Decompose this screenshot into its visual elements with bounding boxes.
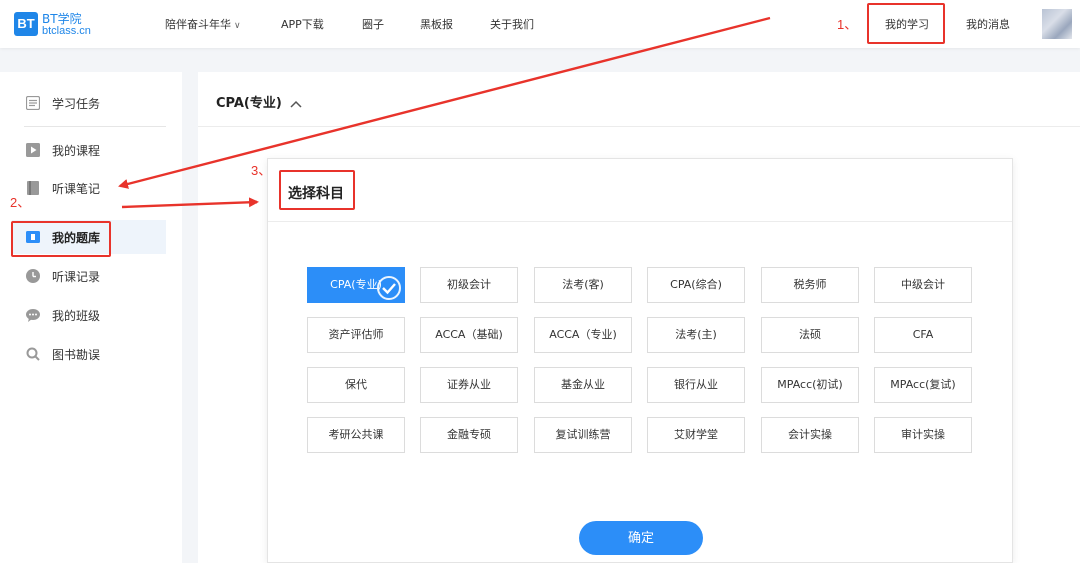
logo-domain: btclass.cn (42, 25, 91, 37)
sidebar-item-lecture-history[interactable]: 听课记录 (12, 259, 166, 293)
logo-mark: BT (14, 12, 38, 36)
sidebar-item-label: 学习任务 (52, 97, 101, 111)
list-icon (26, 96, 40, 110)
subject-option[interactable]: CPA(综合) (647, 267, 745, 303)
subject-option[interactable]: 会计实操 (761, 417, 859, 453)
subject-option[interactable]: 法考(主) (647, 317, 745, 353)
annotation-box-question-bank (11, 221, 111, 257)
sidebar-item-label: 我的班级 (52, 309, 101, 323)
subject-option[interactable]: CFA (874, 317, 972, 353)
sidebar-item-my-courses[interactable]: 我的课程 (12, 133, 166, 167)
annotation-box-select-subject (279, 170, 355, 210)
annotation-number-1: 1、 (837, 17, 858, 32)
subject-option[interactable]: 艾财学堂 (647, 417, 745, 453)
chat-icon (26, 309, 40, 322)
sidebar-item-book-errata[interactable]: 图书勘误 (12, 337, 166, 371)
subject-option[interactable]: 税务师 (761, 267, 859, 303)
sidebar-item-label: 我的课程 (52, 144, 101, 158)
nav-item-companion[interactable]: 陪伴奋斗年华 ∨ (165, 16, 241, 32)
subject-option[interactable]: 金融专硕 (420, 417, 518, 453)
nav-item-label: 陪伴奋斗年华 (165, 18, 231, 31)
check-circle-icon (377, 276, 401, 300)
subject-option[interactable]: 初级会计 (420, 267, 518, 303)
subject-option[interactable]: 资产评估师 (307, 317, 405, 353)
card-divider (268, 221, 1012, 222)
subject-option[interactable]: MPAcc(复试) (874, 367, 972, 403)
sidebar-divider (24, 126, 166, 127)
subject-option[interactable]: ACCA（专业) (534, 317, 632, 353)
subject-option[interactable]: ACCA（基础) (420, 317, 518, 353)
subject-option[interactable]: 法考(客) (534, 267, 632, 303)
subject-option[interactable]: 审计实操 (874, 417, 972, 453)
subject-label: CPA(专业) (330, 278, 382, 291)
nav-item-blackboard[interactable]: 黑板报 (420, 16, 453, 32)
subject-option[interactable]: 基金从业 (534, 367, 632, 403)
subject-option-cpa-professional[interactable]: CPA(专业) (307, 267, 405, 303)
sidebar-item-label: 听课笔记 (52, 182, 101, 196)
annotation-box-my-study (867, 3, 945, 44)
annotation-number-2: 2、 (10, 195, 31, 210)
chevron-down-icon: ∨ (234, 21, 241, 31)
my-messages-link[interactable]: 我的消息 (966, 16, 1010, 32)
subject-selector[interactable]: CPA(专业) (216, 92, 302, 111)
play-icon (26, 143, 40, 157)
nav-item-app-download[interactable]: APP下载 (281, 16, 324, 32)
search-icon (26, 347, 40, 361)
clock-icon (26, 269, 40, 283)
sidebar-item-study-tasks[interactable]: 学习任务 (12, 86, 166, 120)
subject-option[interactable]: MPAcc(初试) (761, 367, 859, 403)
sidebar-item-label: 图书勘误 (52, 348, 101, 362)
confirm-button[interactable]: 确定 (579, 521, 703, 555)
subject-option[interactable]: 证券从业 (420, 367, 518, 403)
sidebar: 学习任务 我的课程 听课笔记 我的题库 听课记录 我的班级 图书勘误 (0, 72, 182, 563)
page-title: CPA(专业) (216, 96, 282, 111)
nav-item-circle[interactable]: 圈子 (362, 16, 384, 32)
subject-option[interactable]: 保代 (307, 367, 405, 403)
nav-item-about[interactable]: 关于我们 (490, 16, 534, 32)
sidebar-item-lecture-notes[interactable]: 听课笔记 (12, 171, 166, 205)
annotation-number-3: 3、 (251, 163, 272, 178)
site-logo[interactable]: BT BT学院 btclass.cn (14, 10, 104, 40)
title-divider (198, 126, 1080, 127)
subject-option[interactable]: 法硕 (761, 317, 859, 353)
subject-option[interactable]: 中级会计 (874, 267, 972, 303)
subject-option[interactable]: 考研公共课 (307, 417, 405, 453)
sidebar-item-label: 听课记录 (52, 270, 101, 284)
chevron-up-icon (290, 100, 302, 108)
subject-option[interactable]: 复试训练营 (534, 417, 632, 453)
subject-option[interactable]: 银行从业 (647, 367, 745, 403)
subject-selection-card: 选择科目 CPA(专业) 初级会计 法考(客) CPA(综合) 税务师 中级会计… (267, 158, 1013, 563)
sidebar-item-my-class[interactable]: 我的班级 (12, 298, 166, 332)
avatar[interactable] (1042, 9, 1072, 39)
